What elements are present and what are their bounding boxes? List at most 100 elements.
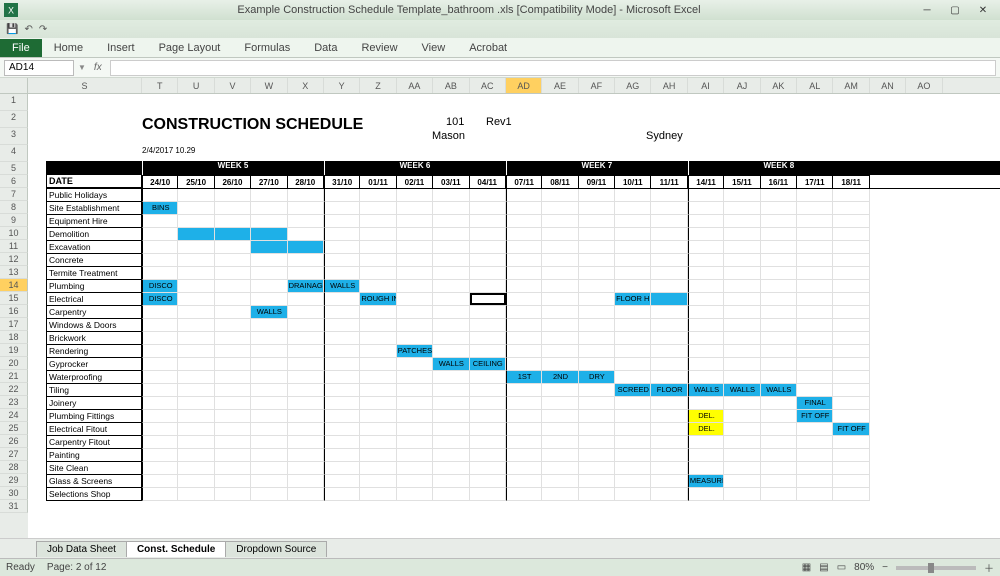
row-header[interactable]: 18 [0, 331, 28, 344]
schedule-cell[interactable] [579, 397, 615, 410]
schedule-cell[interactable] [215, 306, 251, 319]
column-header[interactable]: V [215, 78, 251, 93]
schedule-cell[interactable]: MEASURE [688, 475, 724, 488]
schedule-cell[interactable] [251, 358, 287, 371]
schedule-cell[interactable] [833, 202, 869, 215]
schedule-cell[interactable] [142, 306, 178, 319]
row-header[interactable]: 16 [0, 305, 28, 318]
schedule-cell[interactable] [178, 254, 214, 267]
schedule-cell[interactable] [470, 202, 506, 215]
schedule-cell[interactable] [288, 241, 324, 254]
column-header[interactable]: S [28, 78, 142, 93]
column-header[interactable]: AF [579, 78, 615, 93]
fx-label[interactable]: fx [90, 62, 106, 73]
schedule-cell[interactable] [251, 293, 287, 306]
schedule-cell[interactable] [797, 475, 833, 488]
schedule-cell[interactable] [397, 462, 433, 475]
schedule-cell[interactable] [360, 436, 396, 449]
view-break-icon[interactable]: ▭ [837, 562, 846, 573]
column-header[interactable]: AJ [724, 78, 760, 93]
row-header[interactable]: 23 [0, 396, 28, 409]
schedule-cell[interactable] [142, 436, 178, 449]
row-header[interactable]: 10 [0, 227, 28, 240]
schedule-cell[interactable] [178, 397, 214, 410]
schedule-cell[interactable] [288, 345, 324, 358]
column-header[interactable]: AD [506, 78, 542, 93]
row-header[interactable]: 31 [0, 500, 28, 513]
schedule-cell[interactable] [833, 358, 869, 371]
schedule-cell[interactable] [761, 449, 797, 462]
schedule-cell[interactable] [797, 241, 833, 254]
schedule-cell[interactable] [178, 228, 214, 241]
schedule-cell[interactable] [506, 384, 542, 397]
schedule-cell[interactable]: PATCHES [397, 345, 433, 358]
schedule-cell[interactable] [142, 241, 178, 254]
name-box-dropdown-icon[interactable]: ▼ [78, 63, 86, 72]
sheet-tab[interactable]: Dropdown Source [225, 541, 327, 557]
schedule-cell[interactable] [288, 332, 324, 345]
schedule-cell[interactable] [215, 397, 251, 410]
schedule-cell[interactable] [470, 319, 506, 332]
schedule-cell[interactable] [360, 397, 396, 410]
save-icon[interactable]: 💾 [6, 24, 18, 35]
schedule-cell[interactable] [324, 449, 360, 462]
row-header[interactable]: 14 [0, 279, 28, 292]
row-header[interactable]: 21 [0, 370, 28, 383]
schedule-cell[interactable] [324, 228, 360, 241]
schedule-cell[interactable] [360, 423, 396, 436]
schedule-cell[interactable] [397, 215, 433, 228]
schedule-cell[interactable] [178, 475, 214, 488]
schedule-cell[interactable] [215, 215, 251, 228]
schedule-cell[interactable] [142, 384, 178, 397]
schedule-cell[interactable] [833, 254, 869, 267]
schedule-cell[interactable] [651, 475, 687, 488]
schedule-cell[interactable] [797, 436, 833, 449]
schedule-cell[interactable] [724, 436, 760, 449]
maximize-button[interactable]: ▢ [942, 2, 968, 18]
row-header[interactable]: 28 [0, 461, 28, 474]
schedule-cell[interactable] [142, 332, 178, 345]
schedule-cell[interactable] [397, 358, 433, 371]
schedule-cell[interactable]: FIT OFF [797, 410, 833, 423]
schedule-cell[interactable] [324, 345, 360, 358]
schedule-cell[interactable] [470, 371, 506, 384]
schedule-cell[interactable] [615, 215, 651, 228]
schedule-cell[interactable] [542, 449, 578, 462]
schedule-cell[interactable] [142, 228, 178, 241]
row-header[interactable]: 7 [0, 188, 28, 201]
schedule-cell[interactable] [579, 280, 615, 293]
schedule-cell[interactable] [761, 215, 797, 228]
schedule-cell[interactable]: FLOOR [651, 384, 687, 397]
schedule-cell[interactable] [506, 293, 542, 306]
ribbon-tab-home[interactable]: Home [42, 39, 95, 57]
schedule-cell[interactable] [178, 358, 214, 371]
schedule-cell[interactable] [288, 371, 324, 384]
column-header[interactable]: Z [360, 78, 396, 93]
schedule-cell[interactable] [215, 267, 251, 280]
schedule-cell[interactable] [397, 254, 433, 267]
schedule-cell[interactable] [360, 462, 396, 475]
schedule-cell[interactable] [324, 436, 360, 449]
schedule-cell[interactable]: DRY [579, 371, 615, 384]
schedule-cell[interactable] [397, 475, 433, 488]
schedule-cell[interactable] [433, 306, 469, 319]
schedule-cell[interactable] [761, 228, 797, 241]
schedule-cell[interactable] [833, 410, 869, 423]
sheet-tab[interactable]: Const. Schedule [126, 541, 226, 557]
schedule-cell[interactable] [579, 202, 615, 215]
schedule-cell[interactable] [761, 189, 797, 202]
schedule-cell[interactable] [797, 202, 833, 215]
schedule-cell[interactable] [688, 228, 724, 241]
schedule-cell[interactable] [615, 202, 651, 215]
schedule-cell[interactable] [688, 280, 724, 293]
schedule-cell[interactable] [470, 423, 506, 436]
schedule-cell[interactable] [397, 410, 433, 423]
schedule-cell[interactable] [215, 410, 251, 423]
schedule-cell[interactable] [324, 371, 360, 384]
schedule-cell[interactable] [470, 436, 506, 449]
schedule-cell[interactable] [251, 202, 287, 215]
schedule-cell[interactable] [506, 397, 542, 410]
schedule-cell[interactable] [724, 215, 760, 228]
schedule-cell[interactable] [797, 371, 833, 384]
schedule-cell[interactable] [615, 397, 651, 410]
